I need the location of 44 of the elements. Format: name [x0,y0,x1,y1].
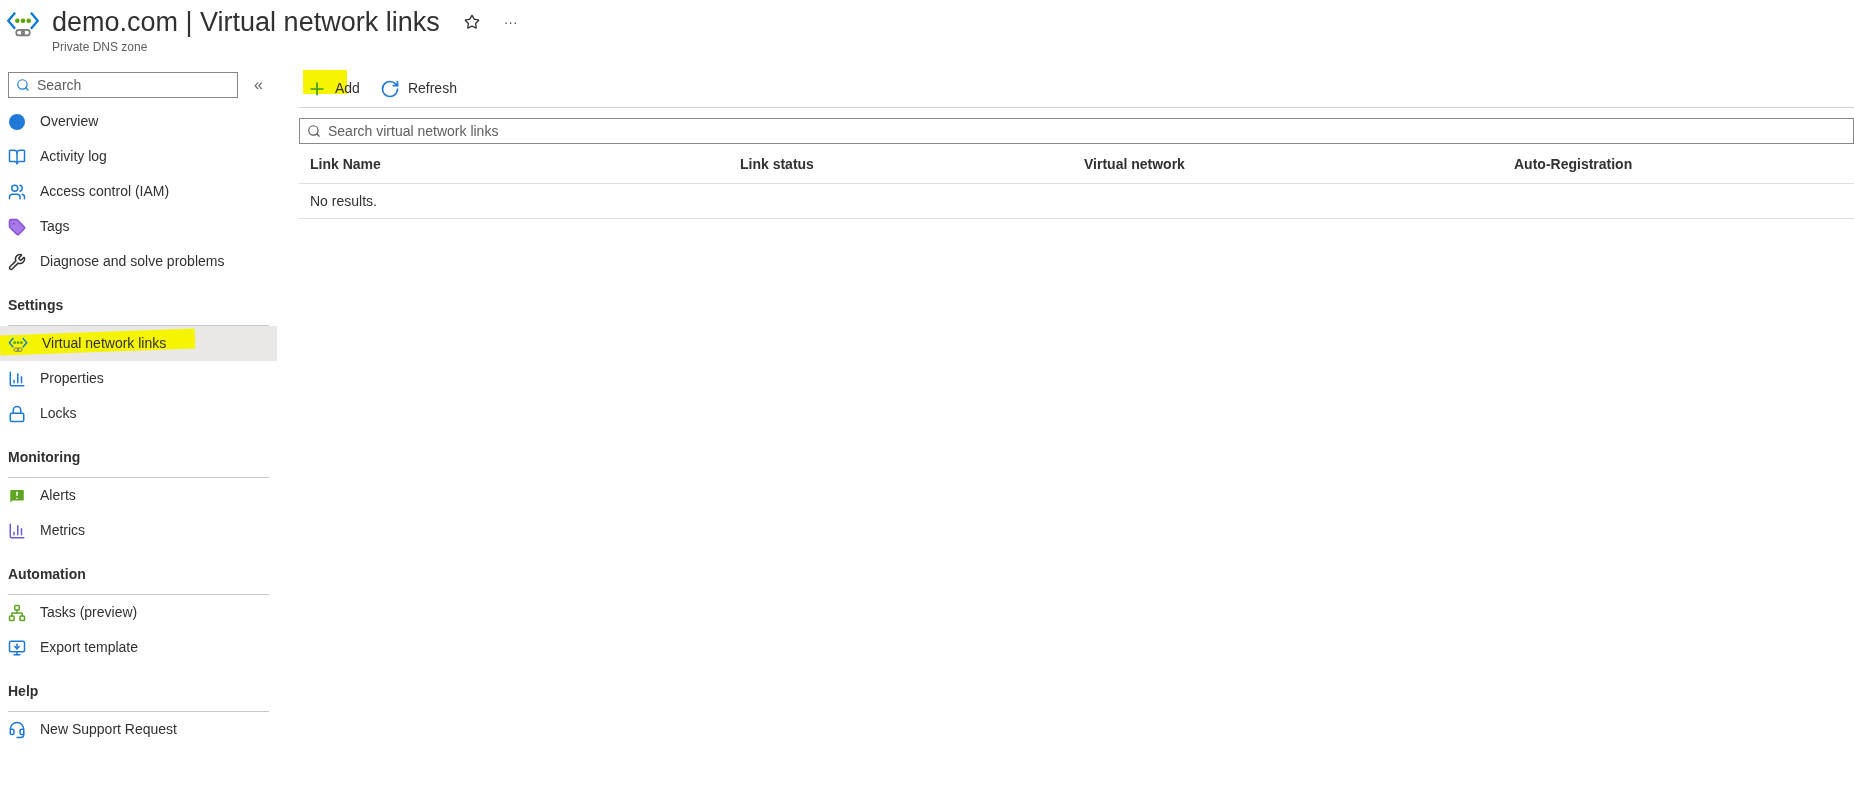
nav-item[interactable]: New Support Request [0,712,277,747]
wrench-icon [8,252,26,271]
nav-item[interactable]: Virtual network links [0,326,277,361]
table-search-field[interactable]: Search virtual network links [299,118,1854,144]
nav-item[interactable]: Properties [0,361,277,396]
more-button[interactable]: ··· [503,11,518,33]
nav-item[interactable]: Tags [0,209,277,244]
sidebar-search-field[interactable]: Search [8,72,238,98]
nav-item[interactable]: Diagnose and solve problems [0,244,277,279]
book-icon [8,147,26,166]
hierarchy-icon [8,603,26,622]
section-heading: Help [8,683,39,699]
page-title: demo.com | Virtual network links [52,6,440,38]
refresh-button[interactable]: Refresh [379,78,457,99]
section-heading: Monitoring [8,449,81,465]
nav-item[interactable]: Locks [0,396,277,431]
users-icon [8,182,26,201]
nav-item[interactable]: Alerts [0,478,277,513]
nav-item[interactable]: Access control (IAM) [0,174,277,209]
nav-item[interactable]: Tasks (preview) [0,595,277,630]
section-heading: Automation [8,566,86,582]
tag-icon [8,217,26,236]
section-heading: Settings [8,297,64,313]
nav-item[interactable]: Activity log [0,139,277,174]
page-subtitle: Private DNS zone [52,39,149,56]
add-button[interactable]: Add [307,78,360,99]
nav-item[interactable]: Export template [0,630,277,665]
search-icon [16,78,30,92]
column-header[interactable]: Virtual network [1084,155,1185,172]
monitor-download-icon [8,638,26,657]
search-icon [307,124,321,138]
column-header[interactable]: Auto-Registration [1514,155,1633,172]
column-header[interactable]: Link status [740,155,814,172]
column-header[interactable]: Link Name [310,155,381,172]
bars-icon [8,369,26,388]
favorite-icon[interactable] [463,14,480,30]
headset-icon [8,720,26,739]
refresh-icon [379,78,400,99]
lock-icon [8,404,26,423]
empty-message: No results. [310,191,377,211]
collapse-button[interactable]: « [254,73,263,97]
nav-item[interactable]: Metrics [0,513,277,548]
chart-icon [8,521,26,540]
nav-item[interactable]: Overview [0,104,277,139]
